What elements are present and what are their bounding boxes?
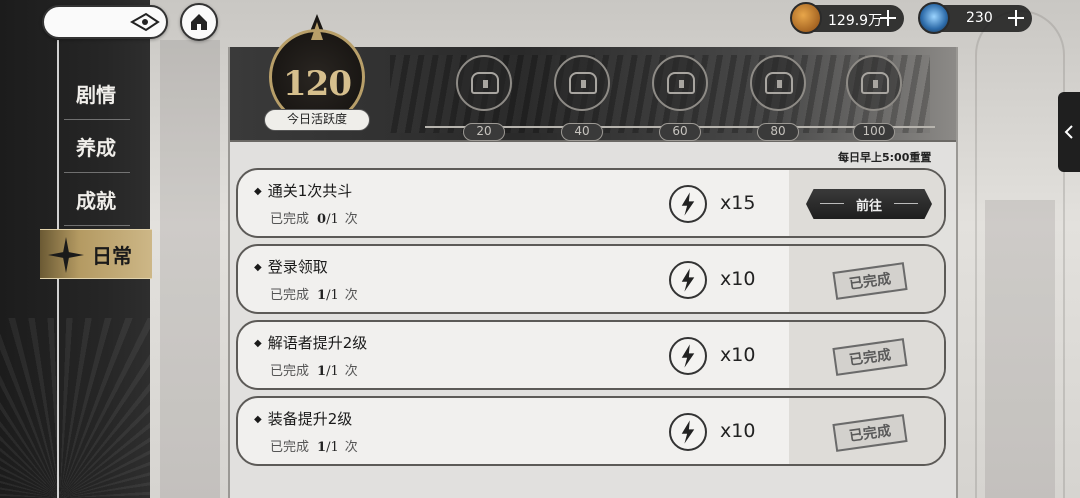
task-card: ◆ 解语者提升2级 已完成 1/1 次 x10 已完成 [236, 320, 946, 390]
back-button[interactable] [42, 5, 168, 39]
lightning-token-icon [669, 337, 707, 375]
treasure-chest-icon [456, 55, 512, 111]
treasure-chest-icon [554, 55, 610, 111]
side-panel-toggle[interactable] [1058, 92, 1080, 172]
sidebar-divider [64, 225, 130, 226]
coin-currency-bar: 129.9万 [790, 2, 904, 34]
home-button[interactable] [180, 3, 218, 41]
chevron-left-icon [1064, 125, 1073, 139]
daily-reset-note: 每日早上5:00重置 [838, 151, 932, 164]
task-title: ◆ 装备提升2级 [254, 410, 353, 428]
sidebar-item-achievements[interactable]: 成就 [60, 177, 132, 221]
task-progress: 已完成 1/1 次 [270, 440, 358, 455]
lightning-token-icon [669, 185, 707, 223]
milestone-label: 80 [757, 123, 799, 141]
lightning-token-icon [669, 413, 707, 451]
add-coins-plus-icon[interactable] [878, 8, 898, 28]
milestone-label: 20 [463, 123, 505, 141]
home-icon [191, 14, 207, 30]
crystal-icon [918, 2, 950, 34]
sidebar-divider [64, 172, 130, 173]
sparkle-star-icon [48, 237, 84, 273]
sidebar-ray-decoration [0, 318, 150, 498]
treasure-chest-icon [750, 55, 806, 111]
activity-score-medallion: 120 今日活跃度 [262, 14, 372, 132]
go-button[interactable]: 前往 [806, 189, 932, 219]
reward-quantity: x10 [720, 344, 756, 366]
crystal-amount: 230 [966, 10, 993, 26]
background-column [160, 40, 220, 498]
left-sidebar: 剧情 养成 成就 日常 [0, 0, 152, 498]
milestone-label: 60 [659, 123, 701, 141]
task-progress: 已完成 1/1 次 [270, 288, 358, 303]
task-progress: 已完成 0/1 次 [270, 212, 358, 227]
activity-score-label: 今日活跃度 [264, 109, 370, 131]
milestone-label: 40 [561, 123, 603, 141]
task-title: ◆ 登录领取 [254, 258, 328, 276]
task-progress: 已完成 1/1 次 [270, 364, 358, 379]
reward-quantity: x10 [720, 420, 756, 442]
reward-quantity: x15 [720, 192, 756, 214]
task-card: ◆ 通关1次共斗 已完成 0/1 次 x15 前往 [236, 168, 946, 238]
sidebar-item-daily-label: 日常 [92, 243, 132, 268]
coin-amount: 129.9万 [828, 13, 883, 29]
crystal-currency-bar: 230 [918, 2, 1032, 34]
sidebar-item-daily[interactable]: 日常 [40, 229, 152, 279]
treasure-chest-icon [846, 55, 902, 111]
back-arrow-icon [130, 12, 160, 32]
sidebar-item-story[interactable]: 剧情 [60, 71, 132, 115]
reward-quantity: x10 [720, 268, 756, 290]
lightning-token-icon [669, 261, 707, 299]
task-title: ◆ 通关1次共斗 [254, 182, 353, 200]
milestone-label: 100 [853, 123, 895, 141]
sidebar-divider [64, 119, 130, 120]
task-card: ◆ 登录领取 已完成 1/1 次 x10 已完成 [236, 244, 946, 314]
add-crystals-plus-icon[interactable] [1006, 8, 1026, 28]
task-card: ◆ 装备提升2级 已完成 1/1 次 x10 已完成 [236, 396, 946, 466]
task-title: ◆ 解语者提升2级 [254, 334, 368, 352]
background-column [985, 200, 1055, 498]
sidebar-item-growth[interactable]: 养成 [60, 124, 132, 168]
coin-icon [790, 2, 822, 34]
activity-score: 120 [283, 64, 352, 104]
treasure-chest-icon [652, 55, 708, 111]
